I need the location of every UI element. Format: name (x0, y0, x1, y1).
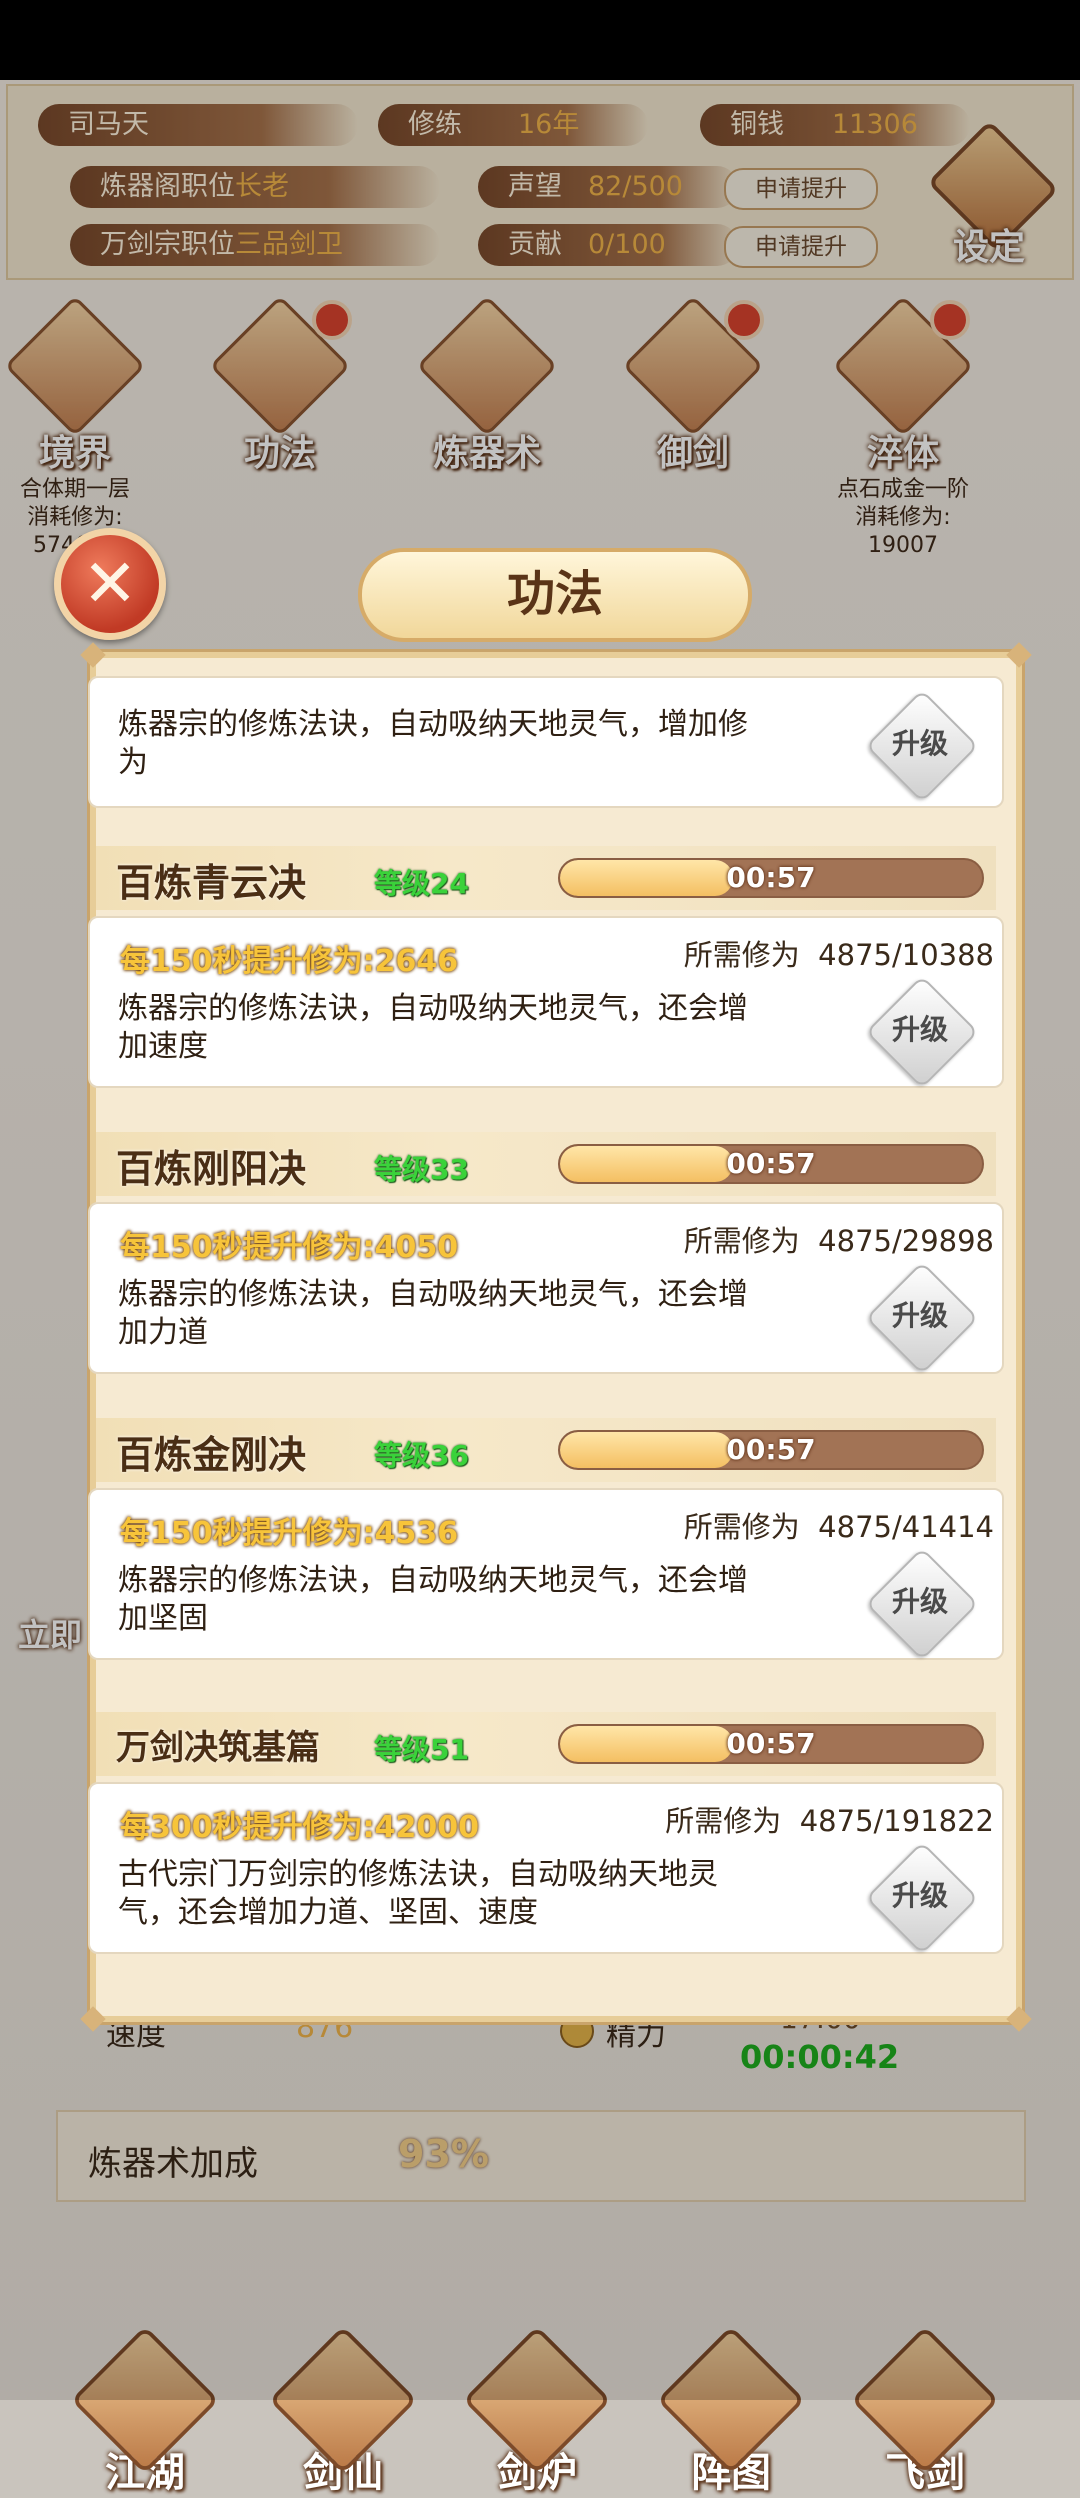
technique-description: 炼器宗的修炼法诀，自动吸纳天地灵气，增加修为 (118, 707, 748, 780)
cultivation-rate: 每150秒提升修为:4536 (120, 1516, 459, 1551)
close-icon: ✕ (82, 545, 138, 622)
required-cultivation: 所需修为 4875/41414 (683, 1510, 994, 1544)
required-cultivation: 所需修为 4875/191822 (665, 1804, 994, 1838)
upgrade-button[interactable]: 升级 (865, 1841, 979, 1955)
upgrade-button[interactable]: 升级 (865, 1261, 979, 1375)
progress-bar: 00:57 (558, 858, 984, 898)
technique-description: 炼器宗的修炼法诀，自动吸纳天地灵气，还会增加速度 (118, 991, 748, 1064)
technique-level: 等级24 (374, 867, 469, 900)
technique-header: 百炼青云决 等级24 00:57 (96, 846, 996, 910)
progress-bar: 00:57 (558, 1430, 984, 1470)
status-bar (0, 0, 1080, 80)
technique-level: 等级36 (374, 1439, 469, 1472)
technique-name: 百炼刚阳决 (116, 1147, 307, 1191)
progress-timer: 00:57 (726, 1433, 816, 1466)
technique-card: 百炼青云决 等级24 00:57 每150秒提升修为:2646 所需修为 487… (88, 846, 1004, 1096)
required-cultivation: 所需修为 4875/29898 (683, 1224, 994, 1258)
technique-name: 百炼青云决 (116, 861, 307, 905)
technique-card: 万剑决筑基篇 等级51 00:57 每300秒提升修为:42000 所需修为 4… (88, 1712, 1004, 1962)
cultivation-rate: 每150秒提升修为:2646 (120, 944, 459, 979)
technique-name: 万剑决筑基篇 (116, 1728, 320, 1768)
progress-timer: 00:57 (726, 1727, 816, 1760)
technique-header: 百炼刚阳决 等级33 00:57 (96, 1132, 996, 1196)
cultivation-rate: 每150秒提升修为:4050 (120, 1230, 459, 1265)
technique-card: 百炼刚阳决 等级33 00:57 每150秒提升修为:4050 所需修为 487… (88, 1132, 1004, 1382)
progress-timer: 00:57 (726, 1147, 816, 1180)
technique-card: 百炼金刚决 等级36 00:57 每150秒提升修为:4536 所需修为 487… (88, 1418, 1004, 1668)
technique-card-top: 炼器宗的修炼法诀，自动吸纳天地灵气，增加修为 升级 (88, 676, 1004, 808)
upgrade-button[interactable]: 升级 (865, 1547, 979, 1661)
required-cultivation: 所需修为 4875/10388 (683, 938, 994, 972)
technique-header: 百炼金刚决 等级36 00:57 (96, 1418, 996, 1482)
technique-header: 万剑决筑基篇 等级51 00:57 (96, 1712, 996, 1776)
technique-description: 炼器宗的修炼法诀，自动吸纳天地灵气，还会增加力道 (118, 1277, 748, 1350)
progress-timer: 00:57 (726, 861, 816, 894)
technique-name: 百炼金刚决 (116, 1433, 307, 1477)
technique-description: 古代宗门万剑宗的修炼法诀，自动吸纳天地灵气，还会增加力道、坚固、速度 (118, 1857, 718, 1930)
technique-level: 等级51 (374, 1733, 469, 1766)
progress-bar: 00:57 (558, 1724, 984, 1764)
upgrade-button[interactable]: 升级 (865, 689, 979, 803)
technique-level: 等级33 (374, 1153, 469, 1186)
progress-bar: 00:57 (558, 1144, 984, 1184)
technique-description: 炼器宗的修炼法诀，自动吸纳天地灵气，还会增加坚固 (118, 1563, 748, 1636)
cultivation-rate: 每300秒提升修为:42000 (120, 1810, 479, 1845)
upgrade-button[interactable]: 升级 (865, 975, 979, 1089)
close-button[interactable]: ✕ (54, 528, 166, 640)
modal-title: 功法 (358, 548, 752, 642)
